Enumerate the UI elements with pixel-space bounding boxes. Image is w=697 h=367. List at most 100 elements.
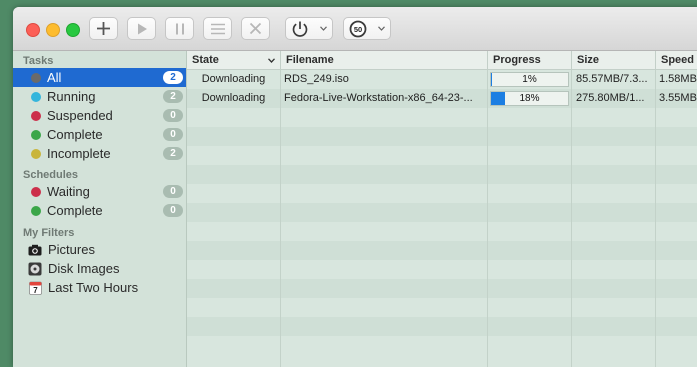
sidebar-item-complete[interactable]: Complete 0 xyxy=(13,125,186,144)
table-row-bg xyxy=(187,317,697,336)
sidebar-item-label: Pictures xyxy=(48,242,95,257)
sidebar: Tasks All 2 Running 2 Suspended 0 Comple… xyxy=(13,51,187,367)
downloads-table: State Filename Progress Size Speed Downl… xyxy=(187,51,697,367)
filters-section-header: My Filters xyxy=(23,227,75,239)
row-2-state: Downloading xyxy=(201,92,266,104)
table-row-bg xyxy=(187,203,697,222)
row-2-size: 275.80MB/1... xyxy=(576,92,645,104)
status-dot xyxy=(31,110,41,121)
sidebar-item-label: All xyxy=(47,70,62,85)
app-window: 50 Tasks All 2 Running 2 Suspended 0 Com… xyxy=(13,7,697,367)
count-badge: 2 xyxy=(163,71,183,84)
status-dot xyxy=(31,148,41,159)
column-divider xyxy=(571,69,572,367)
table-row-bg xyxy=(187,298,697,317)
minimize-window-button[interactable] xyxy=(46,23,60,37)
row-1-progress-cell: 1% xyxy=(488,70,571,89)
column-header-speed[interactable]: Speed xyxy=(656,51,697,69)
status-dot xyxy=(31,205,41,216)
table-row-bg xyxy=(187,184,697,203)
sidebar-item-schedule-complete[interactable]: Complete 0 xyxy=(13,201,186,220)
progress-label: 1% xyxy=(522,74,537,85)
status-dot xyxy=(31,129,41,140)
count-badge: 0 xyxy=(163,128,183,141)
sidebar-item-suspended[interactable]: Suspended 0 xyxy=(13,106,186,125)
sidebar-item-waiting[interactable]: Waiting 0 xyxy=(13,182,186,201)
table-row-bg xyxy=(187,108,697,127)
row-1-size: 85.57MB/7.3... xyxy=(576,73,648,85)
progress-bar: 1% xyxy=(490,72,569,87)
table-row-bg xyxy=(187,260,697,279)
column-header-size[interactable]: Size xyxy=(572,51,656,69)
table-row-bg xyxy=(187,336,697,355)
table-row-bg xyxy=(187,279,697,298)
column-header-filename[interactable]: Filename xyxy=(281,51,488,69)
sidebar-item-pictures[interactable]: Pictures xyxy=(13,240,186,259)
disk-icon xyxy=(28,262,42,276)
camera-icon xyxy=(28,243,42,257)
calendar-day: 7 xyxy=(33,286,38,295)
sidebar-item-label: Complete xyxy=(47,127,103,142)
progress-label: 18% xyxy=(519,93,540,104)
speed-limit-icon: 50 xyxy=(349,20,367,37)
chevron-down-icon xyxy=(268,51,275,69)
table-header: State Filename Progress Size Speed xyxy=(187,51,697,70)
sidebar-item-label: Complete xyxy=(47,203,103,218)
sidebar-item-label: Last Two Hours xyxy=(48,280,139,295)
x-icon xyxy=(249,22,262,35)
row-2-progress-cell: 18% xyxy=(488,89,571,108)
table-row-bg xyxy=(187,146,697,165)
row-1-state: Downloading xyxy=(201,73,266,85)
plus-icon xyxy=(97,22,110,35)
sidebar-item-label: Suspended xyxy=(47,108,113,123)
power-menu-button[interactable] xyxy=(285,17,333,40)
zoom-window-button[interactable] xyxy=(66,23,80,37)
count-badge: 2 xyxy=(163,90,183,103)
remove-button[interactable] xyxy=(241,17,270,40)
column-divider xyxy=(487,69,488,367)
speed-limit-button[interactable]: 50 xyxy=(343,17,391,40)
toolbar: 50 xyxy=(13,7,697,51)
list-button[interactable] xyxy=(203,17,232,40)
sidebar-item-last-two-hours[interactable]: 7 Last Two Hours xyxy=(13,278,186,297)
status-dot xyxy=(31,91,41,102)
speed-limit-label: 50 xyxy=(354,24,362,33)
add-download-button[interactable] xyxy=(89,17,118,40)
sidebar-item-label: Incomplete xyxy=(47,146,111,161)
tasks-section-header: Tasks xyxy=(23,55,54,67)
chevron-down-icon xyxy=(320,18,327,39)
count-badge: 0 xyxy=(163,185,183,198)
table-row-bg xyxy=(187,165,697,184)
schedules-section-header: Schedules xyxy=(23,169,79,181)
count-badge: 2 xyxy=(163,147,183,160)
calendar-icon: 7 xyxy=(28,281,42,295)
table-row-bg xyxy=(187,127,697,146)
sidebar-item-incomplete[interactable]: Incomplete 2 xyxy=(13,144,186,163)
column-header-progress[interactable]: Progress xyxy=(488,51,572,69)
column-divider xyxy=(280,69,281,367)
sidebar-item-all[interactable]: All 2 xyxy=(13,68,186,87)
power-icon xyxy=(292,21,308,37)
chevron-down-icon xyxy=(378,18,385,39)
column-header-state[interactable]: State xyxy=(187,51,281,69)
row-2-speed: 3.55MB xyxy=(659,92,697,104)
sidebar-item-running[interactable]: Running 2 xyxy=(13,87,186,106)
pause-button[interactable] xyxy=(165,17,194,40)
start-button[interactable] xyxy=(127,17,156,40)
column-header-label: State xyxy=(192,54,219,66)
table-row-bg xyxy=(187,222,697,241)
sidebar-item-label: Running xyxy=(47,89,96,104)
table-row-bg xyxy=(187,241,697,260)
row-2-filename[interactable]: Fedora-Live-Workstation-x86_64-23-... xyxy=(284,89,484,108)
row-1-speed: 1.58MB xyxy=(659,73,697,85)
close-window-button[interactable] xyxy=(26,23,40,37)
count-badge: 0 xyxy=(163,204,183,217)
pause-icon xyxy=(175,23,184,34)
column-divider xyxy=(655,69,656,367)
status-dot xyxy=(31,72,41,83)
status-dot xyxy=(31,186,41,197)
sidebar-item-disk-images[interactable]: Disk Images xyxy=(13,259,186,278)
count-badge: 0 xyxy=(163,109,183,122)
sidebar-item-label: Disk Images xyxy=(48,261,120,276)
row-1-filename[interactable]: RDS_249.iso xyxy=(284,70,484,89)
